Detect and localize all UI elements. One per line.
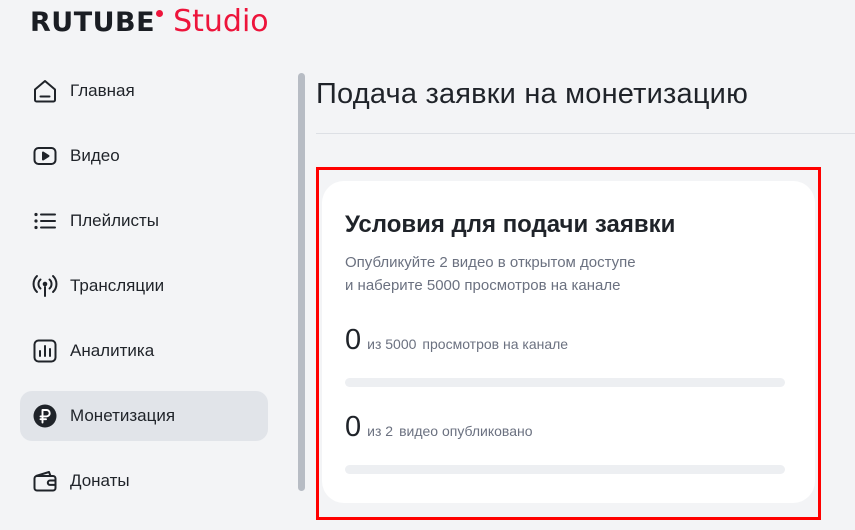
videos-count: 0 xyxy=(345,411,362,443)
ruble-icon xyxy=(31,402,59,430)
sidebar-item-label: Трансляции xyxy=(70,276,165,295)
sidebar-item-monetization[interactable]: Монетизация xyxy=(20,391,268,441)
sidebar-item-label: Плейлисты xyxy=(70,211,160,230)
sidebar-item-playlists[interactable]: Плейлисты xyxy=(20,196,268,246)
videos-label: видео опубликовано xyxy=(399,423,533,439)
analytics-icon xyxy=(31,337,59,365)
videos-target: из 2 xyxy=(367,423,394,439)
sidebar-item-video[interactable]: Видео xyxy=(20,131,268,181)
logo-brand: RUTUBE xyxy=(30,7,156,38)
sidebar-item-analytics[interactable]: Аналитика xyxy=(20,326,268,376)
wallet-icon xyxy=(31,467,59,495)
logo-product: Studio xyxy=(173,4,269,39)
video-play-icon xyxy=(31,142,59,170)
card-description-line-2: и наберите 5000 просмотров на канале xyxy=(345,277,621,294)
views-count: 0 xyxy=(345,324,362,356)
playlist-icon xyxy=(31,207,59,235)
views-progress-bar xyxy=(345,378,785,387)
sidebar-item-donations[interactable]: Донаты xyxy=(20,456,268,506)
videos-progress-bar xyxy=(345,465,785,474)
views-label: просмотров на канале xyxy=(422,336,569,352)
sidebar-item-label: Донаты xyxy=(70,471,130,490)
card-title: Условия для подачи заявки xyxy=(345,211,676,238)
sidebar-item-label: Главная xyxy=(70,81,135,100)
studio-page: RUTUBE Studio Главная Видео Плейлисты Тр… xyxy=(0,0,855,530)
card-description-line-1: Опубликуйте 2 видео в открытом доступе xyxy=(345,254,636,271)
page-title: Подача заявки на монетизацию xyxy=(316,78,749,110)
sidebar-item-label: Видео xyxy=(70,146,120,165)
views-stat: 0 из 5000 просмотров на канале xyxy=(345,324,568,357)
sidebar-scrollbar[interactable] xyxy=(298,73,305,491)
views-target: из 5000 xyxy=(367,336,417,352)
sidebar-item-label: Аналитика xyxy=(70,341,155,360)
rutube-studio-logo[interactable]: RUTUBE Studio xyxy=(30,4,269,39)
home-icon xyxy=(31,77,59,105)
broadcast-icon xyxy=(31,272,59,300)
sidebar: Главная Видео Плейлисты Трансляции Анали… xyxy=(20,66,268,521)
sidebar-item-broadcasts[interactable]: Трансляции xyxy=(20,261,268,311)
videos-stat: 0 из 2 видео опубликовано xyxy=(345,411,533,444)
header-divider xyxy=(316,133,855,134)
sidebar-item-label: Монетизация xyxy=(70,406,176,425)
logo-dot xyxy=(156,10,164,17)
requirements-card: Условия для подачи заявки Опубликуйте 2 … xyxy=(322,181,815,503)
card-description: Опубликуйте 2 видео в открытом доступе и… xyxy=(345,251,705,297)
sidebar-item-home[interactable]: Главная xyxy=(20,66,268,116)
